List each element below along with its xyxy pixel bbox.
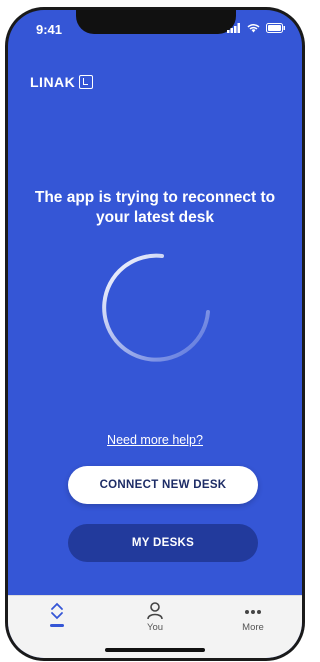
need-help-link[interactable]: Need more help? xyxy=(107,433,203,447)
reconnect-message: The app is trying to reconnect to your l… xyxy=(34,189,276,226)
wifi-icon xyxy=(247,24,260,33)
logo-text: LINAK xyxy=(30,74,76,90)
help-link-container: Need more help? xyxy=(8,431,302,449)
logo-mark-icon xyxy=(79,75,94,89)
more-dots-icon xyxy=(245,610,261,614)
tab-more[interactable]: More xyxy=(204,602,302,642)
connect-new-desk-button[interactable]: CONNECT NEW DESK xyxy=(68,466,258,504)
person-icon xyxy=(147,602,163,620)
status-icons xyxy=(227,23,286,33)
tab-desk-control[interactable] xyxy=(8,602,106,642)
linak-logo: LINAK xyxy=(30,74,94,90)
battery-icon xyxy=(266,23,285,33)
device-frame: 9:41 LINAK The app is trying to reconnec… xyxy=(0,0,310,662)
tab-bar: You More xyxy=(8,595,302,658)
tab-more-label: More xyxy=(242,622,264,633)
loading-spinner-icon xyxy=(102,253,210,362)
home-indicator[interactable] xyxy=(105,648,205,652)
my-desks-button[interactable]: MY DESKS xyxy=(68,524,258,562)
status-time: 9:41 xyxy=(36,22,63,37)
device-notch xyxy=(76,10,236,34)
app-screen: 9:41 LINAK The app is trying to reconnec… xyxy=(8,10,302,658)
active-tab-indicator xyxy=(50,624,64,627)
tab-you-label: You xyxy=(146,622,164,633)
tab-you[interactable]: You xyxy=(106,602,204,642)
signal-icon xyxy=(227,23,240,33)
height-adjust-icon xyxy=(51,602,63,620)
